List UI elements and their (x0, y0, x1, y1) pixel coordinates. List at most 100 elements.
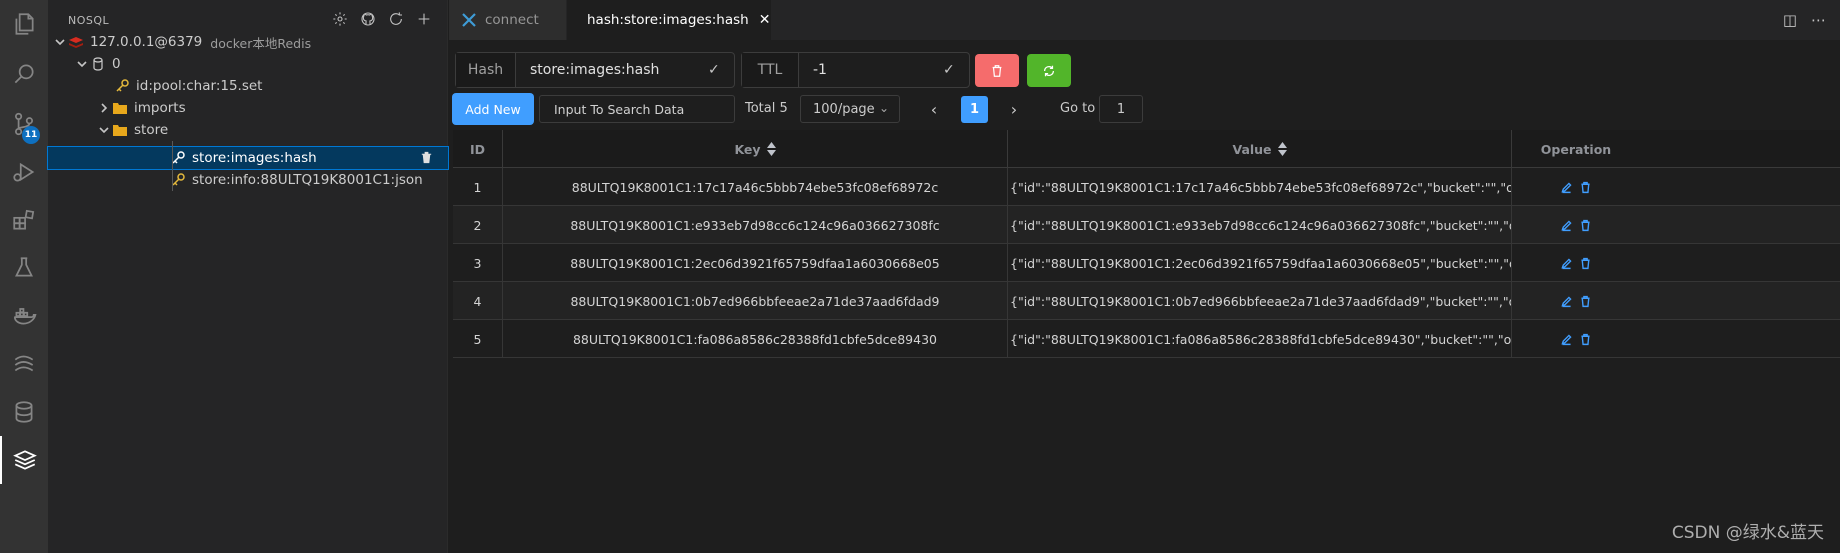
page-size-select[interactable]: 100/page ⌄ (800, 95, 900, 123)
refresh-icon[interactable] (387, 10, 405, 28)
run-debug-icon[interactable] (0, 148, 48, 196)
extensions-icon[interactable] (0, 196, 48, 244)
key-field[interactable]: Hash store:images:hash ✓ (455, 52, 735, 88)
tab-hash-store-images[interactable]: hash:store:images:hash ✕ (567, 0, 772, 40)
next-page-button[interactable]: › (1001, 96, 1027, 122)
db-node[interactable]: 0 (48, 53, 448, 75)
cell-key: 88ULTQ19K8001C1:2ec06d3921f65759dfaa1a60… (503, 244, 1008, 282)
delete-key-button[interactable] (975, 54, 1019, 87)
cell-operation (1512, 168, 1640, 206)
github-icon[interactable] (359, 10, 377, 28)
current-page-button[interactable]: 1 (961, 96, 988, 123)
close-icon[interactable]: ✕ (759, 12, 771, 28)
activity-bar: 11 (0, 0, 48, 553)
source-control-icon[interactable]: 11 (0, 100, 48, 148)
edit-icon[interactable] (1560, 219, 1573, 232)
remote-explorer-icon[interactable] (0, 340, 48, 388)
search-input[interactable] (539, 95, 735, 123)
search-icon[interactable] (0, 50, 48, 98)
trash-icon (992, 64, 1002, 77)
cell-id: 4 (453, 282, 503, 320)
ttl-value[interactable]: -1 (799, 62, 943, 78)
goto-page-input[interactable] (1099, 95, 1143, 123)
ttl-label: TTL (742, 53, 799, 87)
split-editor-icon[interactable]: ◫ (1783, 11, 1797, 29)
hash-viewer: Hash store:images:hash ✓ TTL -1 ✓ Add Ne… (449, 40, 1840, 553)
cell-id: 3 (453, 244, 503, 282)
folder-icon (112, 122, 130, 138)
key-name-value[interactable]: store:images:hash (516, 62, 708, 78)
tab-label: hash:store:images:hash (587, 12, 749, 28)
docker-icon[interactable] (0, 292, 48, 340)
sidebar-title: NOSQL (68, 13, 110, 27)
add-new-button[interactable]: Add New (452, 93, 534, 125)
tree-key-item-selected[interactable]: store:images:hash (47, 146, 449, 170)
key-icon (114, 78, 132, 94)
tab-label: connect (485, 12, 539, 28)
table-row[interactable]: 2 88ULTQ19K8001C1:e933eb7d98cc6c124c96a0… (453, 206, 1840, 244)
tree-folder-store[interactable]: store (48, 119, 448, 141)
delete-icon[interactable] (1579, 219, 1592, 232)
testing-flask-icon[interactable] (0, 244, 48, 292)
connection-node[interactable]: 127.0.0.1@6379 docker本地Redis (48, 31, 448, 53)
cell-id: 5 (453, 320, 503, 358)
tree-item-label: imports (134, 100, 186, 116)
table-row[interactable]: 4 88ULTQ19K8001C1:0b7ed966bbfeeae2a71de3… (453, 282, 1840, 320)
edit-icon[interactable] (1560, 181, 1573, 194)
cell-id: 2 (453, 206, 503, 244)
table-row[interactable]: 5 88ULTQ19K8001C1:fa086a8586c28388fd1cbf… (453, 320, 1840, 358)
chevron-down-icon (52, 34, 68, 50)
nosql-redis-icon[interactable] (0, 436, 48, 484)
tree-item-label: store:images:hash (192, 150, 317, 166)
goto-label: Go to (1060, 101, 1096, 116)
prev-page-button[interactable]: ‹ (921, 96, 947, 122)
database-icon[interactable] (0, 388, 48, 436)
tree-folder-imports[interactable]: imports (48, 97, 448, 119)
page-size-value: 100/page (813, 101, 875, 117)
edit-icon[interactable] (1560, 333, 1573, 346)
cell-value: {"id":"88ULTQ19K8001C1:e933eb7d98cc6c124… (1008, 206, 1512, 244)
header-value[interactable]: Value (1008, 130, 1512, 168)
edit-icon[interactable] (1560, 295, 1573, 308)
tree-item-label: store (134, 122, 169, 138)
check-icon[interactable]: ✓ (708, 62, 734, 78)
ttl-field[interactable]: TTL -1 ✓ (741, 52, 970, 88)
database-icon (90, 56, 108, 72)
more-actions-icon[interactable]: ⋯ (1811, 11, 1826, 29)
refresh-button[interactable] (1027, 54, 1071, 87)
explorer-icon[interactable] (0, 0, 48, 48)
settings-gear-icon[interactable] (331, 10, 349, 28)
delete-icon[interactable] (1579, 295, 1592, 308)
header-operation-label: Operation (1540, 141, 1612, 157)
cell-value: {"id":"88ULTQ19K8001C1:2ec06d3921f65759d… (1008, 244, 1512, 282)
source-control-badge: 11 (22, 126, 40, 144)
table-row[interactable]: 3 88ULTQ19K8001C1:2ec06d3921f65759dfaa1a… (453, 244, 1840, 282)
cell-key: 88ULTQ19K8001C1:0b7ed966bbfeeae2a71de37a… (503, 282, 1008, 320)
delete-icon[interactable] (1579, 181, 1592, 194)
header-key[interactable]: Key (503, 130, 1008, 168)
cell-key: 88ULTQ19K8001C1:17c17a46c5bbb74ebe53fc08… (503, 168, 1008, 206)
edit-icon[interactable] (1560, 257, 1573, 270)
delete-icon[interactable] (1579, 257, 1592, 270)
delete-key-icon[interactable] (419, 150, 434, 169)
header-id-label: ID (469, 141, 486, 157)
cell-value: {"id":"88ULTQ19K8001C1:17c17a46c5bbb74eb… (1008, 168, 1512, 206)
editor-actions: ◫ ⋯ (1783, 11, 1826, 29)
add-connection-icon[interactable] (415, 10, 433, 28)
chevron-down-icon: ⌄ (878, 101, 889, 115)
tree-key-item[interactable]: store:info:88ULTQ19K8001C1:json (48, 169, 448, 191)
refresh-icon (1044, 65, 1054, 76)
check-icon[interactable]: ✓ (943, 62, 969, 78)
tree-key-item[interactable]: id:pool:char:15.set (48, 75, 448, 97)
chevron-down-icon (74, 56, 90, 72)
cell-operation (1512, 206, 1640, 244)
cell-key: 88ULTQ19K8001C1:fa086a8586c28388fd1cbfe5… (503, 320, 1008, 358)
sort-icon[interactable] (766, 142, 776, 156)
tab-connect[interactable]: connect (449, 0, 567, 40)
cell-key: 88ULTQ19K8001C1:e933eb7d98cc6c124c96a036… (503, 206, 1008, 244)
sort-icon[interactable] (1277, 142, 1287, 156)
chevron-down-icon (96, 122, 112, 138)
tree-item-label: id:pool:char:15.set (136, 78, 263, 94)
delete-icon[interactable] (1579, 333, 1592, 346)
table-row[interactable]: 1 88ULTQ19K8001C1:17c17a46c5bbb74ebe53fc… (453, 168, 1840, 206)
